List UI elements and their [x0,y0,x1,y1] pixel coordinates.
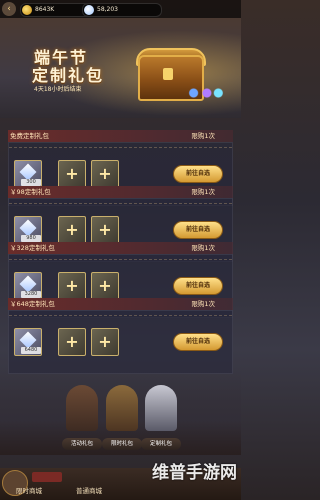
back-icon[interactable]: ‹ [2,2,16,16]
item-count: 300 [21,179,41,186]
package-header: 免费定制礼包 限购1次 [8,130,233,142]
diamond-item[interactable]: 3280 [14,272,42,300]
tab-custom-pack[interactable]: 定制礼包 [141,438,181,450]
character-portrait-activity[interactable] [66,385,98,431]
package-limit: 限购1次 [191,300,215,308]
character-portrait-custom[interactable] [145,385,177,431]
package-header: ￥328定制礼包 限购1次 [8,242,233,254]
package-name: ￥648定制礼包 [10,300,55,308]
banner-timer: 4天18小时后结束 [34,86,82,93]
item-count: 3280 [21,291,41,298]
plus-icon: + [65,276,79,295]
gold-counter: 8643K [20,3,90,17]
ribbon-icon [32,472,62,482]
plus-icon: + [98,164,112,183]
custom-slot-2[interactable]: + [91,216,119,244]
plus-icon: + [98,276,112,295]
gold-coin-icon [22,5,32,15]
package-body: 6480 + + 前往自选 [8,310,233,374]
package-limit: 限购1次 [191,244,215,252]
gem-amount: 58,203 [97,6,118,13]
package-name: 免费定制礼包 [10,132,49,140]
chest-lock-icon [163,68,173,80]
nav-normal-shop[interactable]: 普通商城 [76,485,102,497]
package-name: ￥328定制礼包 [10,244,55,252]
package-card-648: ￥648定制礼包 限购1次 6480 + + 前往自选 [8,298,233,376]
character-portrait-limited[interactable] [106,385,138,431]
custom-slot-2[interactable]: + [91,272,119,300]
custom-slot-2[interactable]: + [91,160,119,188]
diamond-item[interactable]: 300 [14,160,42,188]
package-limit: 限购1次 [191,132,215,140]
plus-icon: + [65,164,79,183]
plus-icon: + [98,220,112,239]
diamond-icon [84,5,94,15]
package-header: ￥648定制礼包 限购1次 [8,298,233,310]
plus-icon: + [65,220,79,239]
go-select-button[interactable]: 前往自选 [173,277,223,295]
custom-slot-1[interactable]: + [58,272,86,300]
package-header: ￥98定制礼包 限购1次 [8,186,233,198]
diamond-item[interactable]: 980 [14,216,42,244]
item-count: 980 [21,235,41,242]
diamond-icon [19,275,37,293]
diamond-icon [19,331,37,349]
package-name: ￥98定制礼包 [10,188,51,196]
watermark: 维普手游网 [152,463,237,483]
item-count: 6480 [21,347,41,354]
go-select-button[interactable]: 前往自选 [173,165,223,183]
gem-counter: 58,203 [82,3,162,17]
nav-limited-shop[interactable]: 限时商城 [16,485,42,497]
plus-icon: + [98,332,112,351]
custom-slot-1[interactable]: + [58,216,86,244]
plus-icon: + [65,332,79,351]
diamond-item[interactable]: 6480 [14,328,42,356]
tab-activity-pack[interactable]: 活动礼包 [62,438,102,450]
custom-slot-1[interactable]: + [58,160,86,188]
gems-pile-icon [186,86,224,100]
diamond-icon [19,219,37,237]
banner-title-line2: 定制礼包 [32,66,105,85]
tab-limited-pack[interactable]: 限时礼包 [102,438,142,450]
package-limit: 限购1次 [191,188,215,196]
go-select-button[interactable]: 前往自选 [173,333,223,351]
go-select-button[interactable]: 前往自选 [173,221,223,239]
custom-slot-1[interactable]: + [58,328,86,356]
diamond-icon [19,163,37,181]
custom-slot-2[interactable]: + [91,328,119,356]
gold-amount: 8643K [35,6,55,13]
